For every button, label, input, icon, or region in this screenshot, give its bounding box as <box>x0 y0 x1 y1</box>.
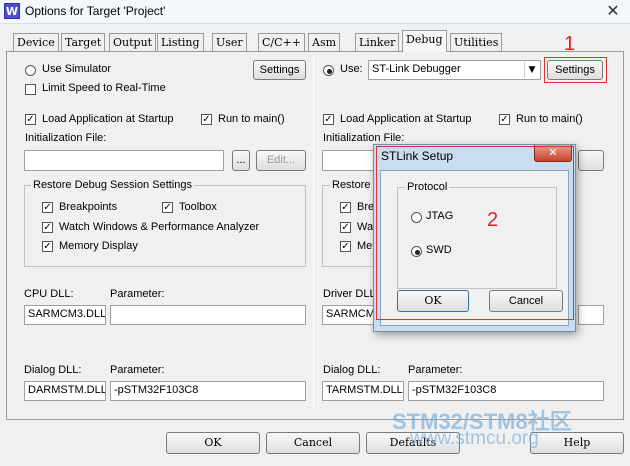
use-label: Use: <box>340 63 363 75</box>
right-breakpoints-checkbox[interactable]: ✓ <box>340 202 351 213</box>
dialog-dll-field[interactable]: DARMSTM.DLL <box>24 381 106 401</box>
dialog-param-field[interactable]: -pSTM32F103C8 <box>110 381 306 401</box>
breakpoints-checkbox[interactable]: ✓ <box>42 202 53 213</box>
cpu-param-field[interactable] <box>110 305 306 325</box>
right-dialog-param-field[interactable]: -pSTM32F103C8 <box>408 381 604 401</box>
tab-linker[interactable]: Linker <box>355 33 400 51</box>
left-init-file-label: Initialization File: <box>25 132 107 144</box>
use-debugger-radio[interactable] <box>323 65 334 76</box>
left-edit-button[interactable]: Edit... <box>256 150 306 171</box>
tab-debug[interactable]: Debug <box>402 30 447 52</box>
right-edit-button[interactable] <box>578 150 604 171</box>
simulator-settings-button[interactable]: Settings <box>253 60 306 80</box>
dialog-dll-label: Dialog DLL: <box>24 364 82 376</box>
right-load-app-label: Load Application at Startup <box>340 113 472 125</box>
tab-target[interactable]: Target <box>61 33 106 51</box>
right-restore-legend: Restore <box>330 179 373 191</box>
app-icon: W <box>4 3 20 19</box>
watermark-url: www.stmcu.org <box>410 428 539 449</box>
annotation-1: 1 <box>564 33 576 55</box>
right-load-app-checkbox[interactable]: ✓ <box>323 114 334 125</box>
right-dialog-param-label: Parameter: <box>408 364 463 376</box>
right-breakpoints-label: Bre <box>357 201 375 213</box>
left-browse-button[interactable]: ... <box>232 150 250 171</box>
use-simulator-radio[interactable] <box>25 65 36 76</box>
right-run-to-main-checkbox[interactable]: ✓ <box>499 114 510 125</box>
debugger-select[interactable]: ST-Link Debugger <box>368 60 541 80</box>
breakpoints-label: Breakpoints <box>59 201 118 213</box>
settings-highlight-box <box>544 57 607 83</box>
memory-display-checkbox[interactable]: ✓ <box>42 241 53 252</box>
column-divider <box>313 55 314 410</box>
dialog-param-label: Parameter: <box>110 364 165 376</box>
limit-speed-label: Limit Speed to Real-Time <box>42 82 166 94</box>
cpu-dll-label: CPU DLL: <box>24 288 74 300</box>
use-simulator-label: Use Simulator <box>42 63 112 75</box>
right-dialog-dll-field[interactable]: TARMSTM.DLL <box>322 381 404 401</box>
annotation-2: 2 <box>487 209 499 231</box>
cpu-dll-field[interactable]: SARMCM3.DLL <box>24 305 106 325</box>
ok-button[interactable]: OK <box>166 432 260 454</box>
right-memory-checkbox[interactable]: ✓ <box>340 241 351 252</box>
driver-dll-label: Driver DLL <box>323 288 376 300</box>
memory-display-label: Memory Display <box>59 240 138 252</box>
dialog-highlight-box <box>376 146 574 320</box>
right-run-to-main-label: Run to main() <box>516 113 583 125</box>
tab-user[interactable]: User <box>212 33 247 51</box>
left-load-app-checkbox[interactable]: ✓ <box>25 114 36 125</box>
watch-windows-checkbox[interactable]: ✓ <box>42 222 53 233</box>
watch-windows-label: Watch Windows & Performance Analyzer <box>59 221 260 233</box>
tab-output[interactable]: Output <box>109 33 157 51</box>
driver-param-field[interactable] <box>578 305 604 325</box>
debugger-select-value: ST-Link Debugger <box>372 63 461 75</box>
left-init-file-input[interactable] <box>24 150 224 171</box>
tab-utilities[interactable]: Utilities <box>450 33 503 51</box>
left-run-to-main-checkbox[interactable]: ✓ <box>201 114 212 125</box>
right-init-file-label: Initialization File: <box>323 132 405 144</box>
restore-settings-legend: Restore Debug Session Settings <box>31 179 194 191</box>
cpu-param-label: Parameter: <box>110 288 165 300</box>
right-memory-label: Me <box>357 240 373 252</box>
tab-cpp[interactable]: C/C++ <box>258 33 305 51</box>
right-watch-label: Wa <box>357 221 374 233</box>
tab-asm[interactable]: Asm <box>308 33 341 51</box>
limit-speed-checkbox[interactable] <box>25 84 36 95</box>
window-title: Options for Target 'Project' <box>25 4 166 18</box>
cancel-button[interactable]: Cancel <box>266 432 360 454</box>
tab-listing[interactable]: Listing <box>157 33 204 51</box>
toolbox-label: Toolbox <box>179 201 217 213</box>
right-watch-checkbox[interactable]: ✓ <box>340 222 351 233</box>
left-load-app-label: Load Application at Startup <box>42 113 174 125</box>
toolbox-checkbox[interactable]: ✓ <box>162 202 173 213</box>
tab-device[interactable]: Device <box>13 33 59 51</box>
right-dialog-dll-label: Dialog DLL: <box>323 364 381 376</box>
chevron-down-icon[interactable]: ▼ <box>524 62 539 78</box>
left-run-to-main-label: Run to main() <box>218 113 285 125</box>
window-close-button[interactable]: ✕ <box>600 1 626 21</box>
